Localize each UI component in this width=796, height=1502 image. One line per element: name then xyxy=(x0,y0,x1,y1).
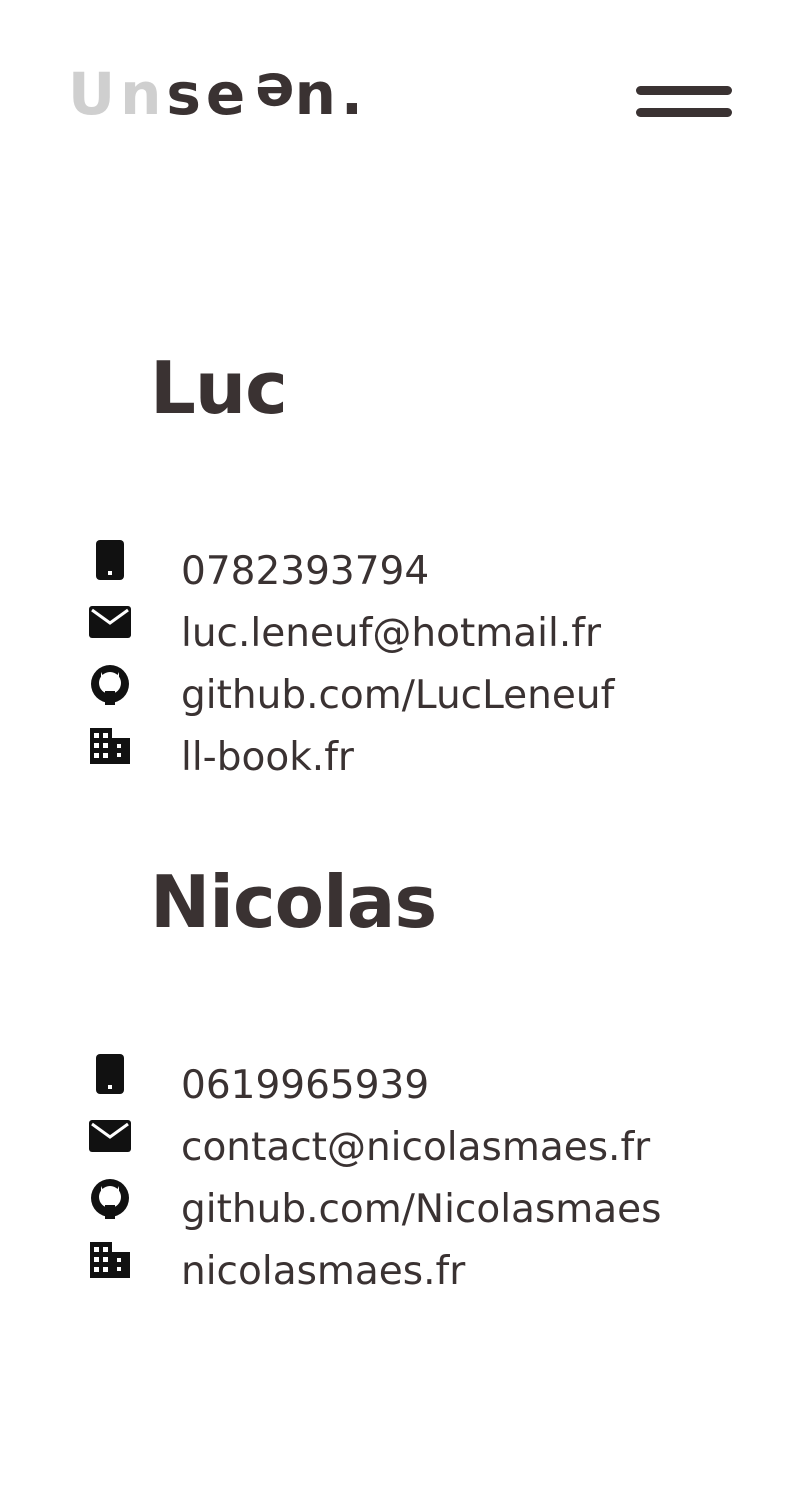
github-icon xyxy=(91,665,129,705)
phone-row: 0619965939 xyxy=(88,1054,768,1120)
email-link[interactable]: contact@nicolasmaes.fr xyxy=(181,1126,650,1170)
logo-part-end: n. xyxy=(294,60,368,128)
envelope-icon xyxy=(89,1120,131,1152)
logo-part-flipped: e xyxy=(250,60,295,128)
person-name: Luc xyxy=(150,346,288,430)
menu-bar-bottom xyxy=(636,108,732,117)
phone-link[interactable]: 0619965939 xyxy=(181,1064,429,1108)
github-icon xyxy=(91,1179,129,1219)
hamburger-menu-icon[interactable] xyxy=(636,86,732,120)
github-row: github.com/LucLeneuf xyxy=(88,665,768,730)
logo[interactable]: Unseen. xyxy=(68,60,368,128)
website-link[interactable]: nicolasmaes.fr xyxy=(181,1250,465,1294)
menu-bar-top xyxy=(636,86,732,95)
smartphone-icon xyxy=(96,1054,124,1094)
email-row: luc.leneuf@hotmail.fr xyxy=(88,606,768,668)
phone-row: 0782393794 xyxy=(88,540,768,606)
building-icon xyxy=(90,728,130,764)
website-row: ll-book.fr xyxy=(88,728,768,792)
website-row: nicolasmaes.fr xyxy=(88,1242,768,1306)
phone-link[interactable]: 0782393794 xyxy=(181,550,429,594)
github-link[interactable]: github.com/LucLeneuf xyxy=(181,674,614,718)
github-link[interactable]: github.com/Nicolasmaes xyxy=(181,1188,661,1232)
smartphone-icon xyxy=(96,540,124,580)
website-link[interactable]: ll-book.fr xyxy=(181,736,354,780)
email-row: contact@nicolasmaes.fr xyxy=(88,1120,768,1182)
email-link[interactable]: luc.leneuf@hotmail.fr xyxy=(181,612,601,656)
envelope-icon xyxy=(89,606,131,638)
logo-part-light: Un xyxy=(68,60,167,128)
logo-part-dark: se xyxy=(166,60,251,128)
github-row: github.com/Nicolasmaes xyxy=(88,1179,768,1244)
building-icon xyxy=(90,1242,130,1278)
person-name: Nicolas xyxy=(150,860,437,944)
